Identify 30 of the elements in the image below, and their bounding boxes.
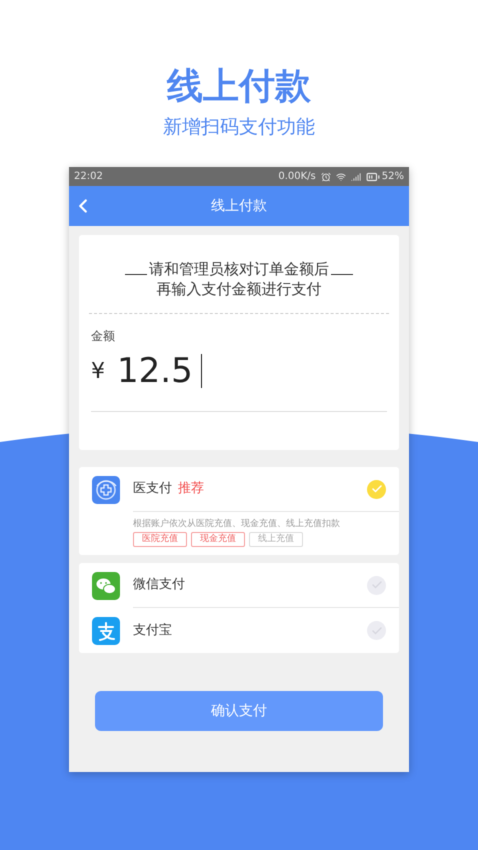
- alarm-icon: [320, 172, 331, 182]
- payment-option[interactable]: 医支付 推荐 根据账户依次从医院充值、现金充值、线上充值扣款 医院充值 现金充值 线上充值: [79, 467, 399, 555]
- amount-label: 金额: [91, 328, 115, 345]
- headline: 线上付款: [167, 65, 311, 109]
- payment-name: 支付宝: [133, 622, 172, 640]
- amount-field[interactable]: ¥ 12.5: [91, 351, 389, 391]
- source-tag: 线上充值: [249, 532, 303, 547]
- check-icon[interactable]: [367, 576, 386, 594]
- payment-option[interactable]: 微信支付: [79, 563, 399, 608]
- signal-icon: [350, 172, 361, 182]
- payment-name: 医支付: [133, 480, 172, 498]
- wallet-app-icon: [92, 616, 120, 644]
- check-icon[interactable]: [367, 480, 386, 498]
- status-time: 22:02: [74, 170, 103, 184]
- notice-text: 请和管理员核对订单金额后: [149, 259, 329, 279]
- payment-name: 微信支付: [133, 576, 185, 594]
- source-tag: 现金充值: [191, 532, 245, 547]
- payment-description: 根据账户依次从医院充值、现金充值、线上充值扣款: [133, 518, 341, 531]
- recommend-label: 推荐: [178, 480, 204, 498]
- header-title: 线上付款: [211, 196, 267, 216]
- chat-bubbles-icon: [92, 572, 120, 600]
- subheadline: 新增扫码支付功能: [163, 115, 315, 140]
- source-tag: 医院充值: [133, 532, 187, 547]
- network-speed: 0.00K/s: [278, 170, 316, 184]
- wifi-icon: [336, 172, 346, 182]
- payment-option[interactable]: 支付宝: [79, 608, 399, 653]
- medical-app-icon: [92, 476, 120, 504]
- check-icon[interactable]: [367, 621, 386, 640]
- notice-text: 再输入支付金额进行支付: [156, 279, 322, 299]
- battery-percent: 52%: [382, 170, 404, 184]
